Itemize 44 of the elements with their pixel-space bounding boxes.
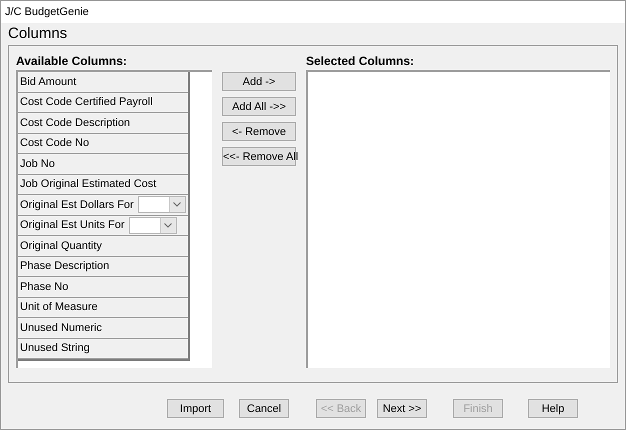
footer-button[interactable]: Help	[528, 399, 578, 418]
column-name: Original Est Dollars For	[20, 198, 134, 211]
column-item[interactable]: Unused Numeric	[18, 318, 188, 338]
column-item[interactable]: Original Quantity	[18, 236, 188, 256]
column-name: Job Original Estimated Cost	[20, 178, 156, 190]
column-name: Cost Code Certified Payroll	[20, 96, 153, 108]
column-name: Original Quantity	[20, 240, 102, 252]
column-item[interactable]: Phase No	[18, 277, 188, 298]
column-item[interactable]: Job Original Estimated Cost	[18, 174, 188, 195]
column-name: Phase No	[20, 280, 68, 293]
column-item[interactable]: Phase Description	[18, 256, 188, 277]
column-name: Cost Code Description	[20, 116, 130, 129]
column-item[interactable]: Cost Code Certified Payroll	[18, 92, 188, 113]
selected-columns-label: Selected Columns:	[306, 54, 416, 70]
column-name: Job No	[20, 158, 55, 170]
transfer-button[interactable]: Add All ->>	[222, 97, 296, 116]
column-item[interactable]: Original Est Units For	[18, 216, 188, 236]
window-title: J/C BudgetGenie	[5, 6, 89, 18]
column-item[interactable]: Job No	[18, 154, 188, 174]
column-item[interactable]: Original Est Dollars For	[18, 195, 188, 216]
chevron-down-icon	[173, 202, 182, 208]
column-item[interactable]: Unused String	[18, 338, 188, 359]
column-item[interactable]: Cost Code Description	[18, 113, 188, 134]
transfer-button[interactable]: <<- Remove All	[222, 147, 296, 166]
column-name: Bid Amount	[20, 76, 76, 88]
transfer-button[interactable]: <- Remove	[222, 122, 296, 141]
dropdown-field[interactable]	[138, 196, 186, 214]
footer-button[interactable]: Next >>	[377, 399, 427, 418]
column-item[interactable]: Bid Amount	[18, 72, 188, 92]
column-item[interactable]: Unit of Measure	[18, 298, 188, 318]
chevron-down-icon	[164, 222, 172, 228]
column-name: Unused Numeric	[20, 322, 102, 334]
footer-button[interactable]: Cancel	[239, 399, 289, 418]
column-name: Cost Code No	[20, 137, 90, 150]
column-name: Original Est Units For	[20, 219, 125, 232]
available-columns-label: Available Columns:	[16, 54, 128, 70]
transfer-button[interactable]: Add ->	[222, 72, 296, 91]
footer-button[interactable]: Import	[167, 399, 224, 418]
column-name: Unused String	[20, 342, 90, 354]
page-heading: Columns	[7, 24, 68, 44]
dropdown-field[interactable]	[128, 216, 177, 234]
column-name: Unit of Measure	[20, 301, 98, 314]
column-name: Phase Description	[20, 260, 110, 272]
column-item[interactable]: Cost Code No	[18, 134, 188, 154]
